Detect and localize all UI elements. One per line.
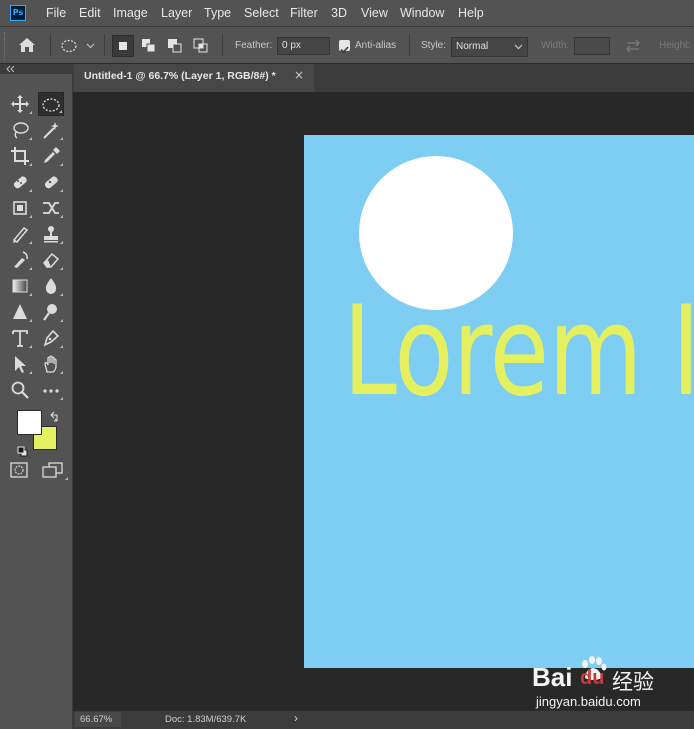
menu-window[interactable]: Window [400,0,444,26]
separator [50,34,51,56]
spot-healing-brush-icon[interactable] [7,170,33,194]
add-to-selection-button[interactable] [138,35,160,57]
panel-collapse-bar[interactable] [0,64,73,74]
watermark-cn-text: 经验 [612,670,654,694]
quick-mask-icon[interactable] [10,462,28,482]
magic-wand-tool-icon[interactable] [38,118,64,142]
menu-file[interactable]: File [46,0,66,26]
intersect-selection-button[interactable] [190,35,212,57]
menu-bar [0,0,694,26]
watermark-brand-text: Bai [532,662,573,692]
baidu-jingyan-watermark: Bai du 经验 jingyan.baidu.com [532,652,692,712]
status-menu-arrow-icon[interactable]: › [294,711,298,725]
foreground-color-swatch[interactable] [17,410,42,435]
watermark-brand-du: du [580,667,605,689]
menu-view[interactable]: View [361,0,388,26]
move-tool-icon[interactable] [7,92,33,116]
separator [409,34,410,56]
eraser-tool-icon[interactable] [38,248,64,272]
separator [222,34,223,56]
clone-stamp-icon[interactable] [38,222,64,246]
menu-help[interactable]: Help [458,0,484,26]
document-canvas[interactable]: Lorem Ipsu [304,135,694,668]
tab-close-icon[interactable]: × [294,68,304,82]
healing-brush-icon[interactable] [38,170,64,194]
menu-type[interactable]: Type [204,0,231,26]
history-brush-icon[interactable] [7,248,33,272]
hand-rotate-tool-icon[interactable] [38,352,64,376]
height-label: Height: [659,40,691,51]
swap-width-height-icon[interactable] [624,38,642,57]
options-grip[interactable] [4,32,8,60]
menu-edit[interactable]: Edit [79,0,101,26]
gradient-tool-icon[interactable] [7,274,33,298]
elliptical-marquee-tool-icon[interactable] [38,92,64,116]
antialias-checkbox[interactable] [339,40,350,54]
new-selection-button[interactable] [112,35,134,57]
eyedropper-tool-icon[interactable] [38,144,64,168]
path-selection-tool-icon[interactable] [7,352,33,376]
menu-3d[interactable]: 3D [331,0,347,26]
style-select-value: Normal [456,41,489,52]
more-tools-icon[interactable] [38,378,64,402]
style-label: Style: [421,40,447,51]
width-label: Width: [541,40,570,51]
tool-preset-picker[interactable] [60,37,100,59]
menu-layer[interactable]: Layer [161,0,192,26]
content-aware-move-icon[interactable] [38,196,64,220]
blur-tool-icon[interactable] [38,274,64,298]
brush-tool-icon[interactable] [7,222,33,246]
screen-mode-icon[interactable] [42,462,68,482]
collapse-arrows-icon [6,66,15,72]
sharpen-tool-icon[interactable] [7,300,33,324]
zoom-tool-icon[interactable] [7,378,33,402]
watermark-url-text: jingyan.baidu.com [536,694,641,709]
antialias-label: Anti-alias [355,40,397,51]
document-tab-title[interactable]: Untitled-1 @ 66.7% (Layer 1, RGB/8#) * [84,70,276,82]
separator [104,34,105,56]
feather-label: Feather: [235,40,273,51]
lasso-tool-icon[interactable] [7,118,33,142]
pen-tool-icon[interactable] [38,326,64,350]
width-input[interactable] [574,37,610,55]
menu-select[interactable]: Select [244,0,279,26]
feather-input[interactable]: 0 px [277,37,330,55]
style-select[interactable]: Normal [451,37,528,57]
menu-image[interactable]: Image [113,0,148,26]
canvas-text-layer: Lorem Ipsu [343,280,694,424]
crop-tool-icon[interactable] [7,144,33,168]
home-icon[interactable] [17,36,37,58]
default-colors-icon[interactable] [17,442,28,461]
dodge-tool-icon[interactable] [38,300,64,324]
photoshop-logo-icon[interactable]: Ps [10,5,26,21]
subtract-from-selection-button[interactable] [164,35,186,57]
menu-filter[interactable]: Filter [290,0,318,26]
zoom-level-text[interactable]: 66.67% [80,714,112,725]
type-tool-icon[interactable] [7,326,33,350]
document-size-text: Doc: 1.83M/639.7K [165,714,247,725]
swap-colors-icon[interactable] [49,408,61,427]
patch-tool-icon[interactable] [7,196,33,220]
chevron-down-icon [514,44,523,50]
